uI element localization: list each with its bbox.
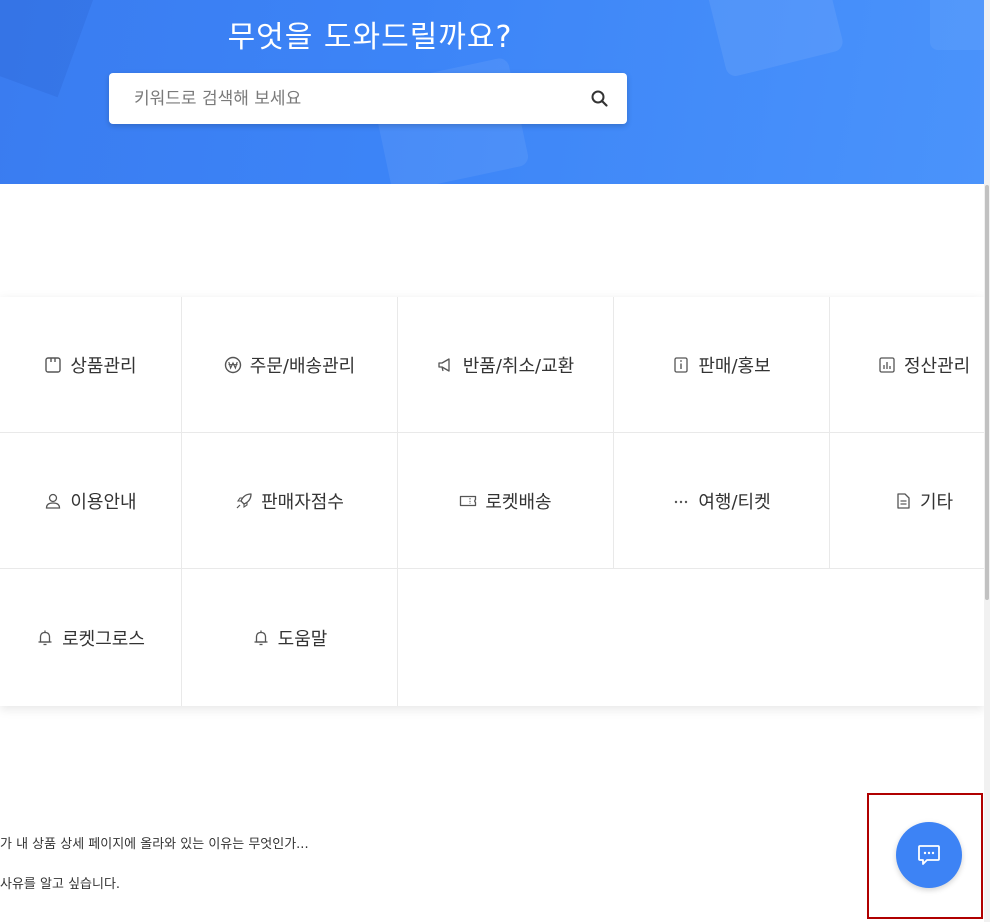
category-product-management[interactable]: 상품관리 — [0, 297, 182, 433]
category-label: 판매/홍보 — [698, 355, 771, 377]
category-seller-score[interactable]: 판매자점수 — [182, 433, 398, 569]
chat-bubble-icon — [918, 845, 940, 865]
product-box-icon — [45, 356, 62, 373]
category-label: 반품/취소/교환 — [462, 355, 575, 377]
category-label: 도움말 — [277, 628, 328, 650]
category-travel-ticket[interactable]: 여행/티켓 — [614, 433, 830, 569]
hero-decoration — [930, 0, 984, 50]
category-label: 로켓그로스 — [62, 628, 145, 650]
category-rocket-delivery[interactable]: 로켓배송 — [398, 433, 614, 569]
info-card-icon — [674, 356, 688, 373]
hero-title: 무엇을 도와드릴까요? — [227, 20, 513, 55]
category-order-shipping[interactable]: 주문/배송관리 — [182, 297, 398, 433]
search-box — [109, 73, 627, 124]
category-rocket-growth[interactable]: 로켓그로스 — [0, 569, 182, 706]
category-etc[interactable]: 기타 — [830, 433, 984, 569]
category-label: 기타 — [920, 491, 954, 513]
category-label: 상품관리 — [70, 355, 137, 377]
bar-chart-icon — [879, 356, 895, 373]
faq-item[interactable]: 가 내 상품 상세 페이지에 올라와 있는 이유는 무엇인가... — [0, 833, 309, 852]
bell-icon — [254, 630, 268, 645]
category-label: 주문/배송관리 — [249, 355, 356, 377]
category-return-cancel-exchange[interactable]: 반품/취소/교환 — [398, 297, 614, 433]
bell-icon — [38, 630, 52, 645]
category-label: 여행/티켓 — [698, 491, 771, 513]
chat-button[interactable] — [896, 822, 962, 888]
category-label: 로켓배송 — [485, 491, 552, 513]
category-sales-promotion[interactable]: 판매/홍보 — [614, 297, 830, 433]
document-icon — [897, 492, 910, 509]
category-label: 정산관리 — [904, 355, 971, 377]
person-icon — [46, 493, 61, 509]
rocket-icon — [236, 492, 252, 508]
ellipsis-icon — [675, 500, 688, 503]
category-help[interactable]: 도움말 — [182, 569, 398, 706]
hero-banner: 무엇을 도와드릴까요? — [0, 0, 984, 184]
page-scrollbar[interactable] — [984, 0, 990, 922]
search-icon[interactable] — [589, 88, 611, 110]
megaphone-icon — [438, 357, 450, 372]
category-settlement[interactable]: 정산관리 — [830, 297, 984, 433]
category-grid: 상품관리 주문/배송관리 반품/취소/교환 판매/홍보 정산관리 이용안내 판매… — [0, 297, 984, 706]
category-label: 이용안내 — [70, 491, 137, 513]
search-input[interactable] — [109, 73, 574, 124]
category-label: 판매자점수 — [261, 491, 344, 513]
scrollbar-thumb[interactable] — [985, 185, 989, 600]
faq-item[interactable]: 사유를 알고 싶습니다. — [0, 873, 120, 892]
won-coin-icon — [224, 356, 241, 373]
ticket-icon — [460, 495, 477, 506]
category-usage-guide[interactable]: 이용안내 — [0, 433, 182, 569]
